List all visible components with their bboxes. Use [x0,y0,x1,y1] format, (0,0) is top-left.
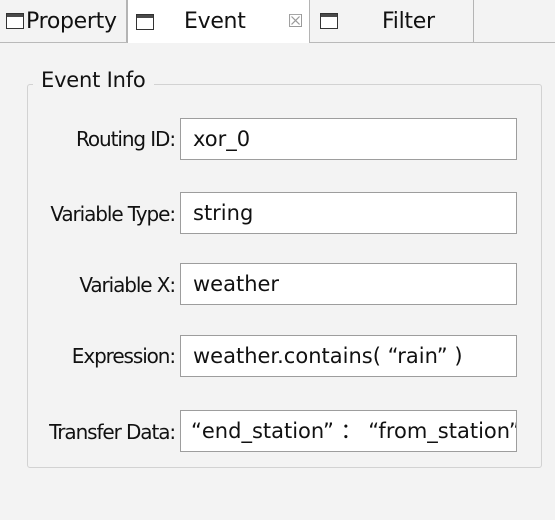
panel-icon [136,13,154,30]
tab-event[interactable]: Event ☒ [127,0,310,43]
panel-icon [320,13,338,29]
event-info-title: Event Info [33,67,154,93]
tab-property-label: Property [26,8,117,34]
tab-event-label: Event [184,9,246,34]
variable-type-field[interactable]: string [180,192,517,234]
tab-filter-label: Filter [382,8,435,34]
transfer-data-field[interactable]: “end_station” ： “from_station” [180,410,517,452]
tab-property[interactable]: Property [0,0,127,42]
routing-id-field[interactable]: xor_0 [180,118,517,160]
panel-icon [6,13,24,29]
transfer-data-label: Transfer Data: [49,420,176,444]
variable-x-field[interactable]: weather [180,263,517,305]
tab-filter[interactable]: Filter [310,0,474,42]
expression-label: Expression: [71,344,176,368]
variable-type-label: Variable Type: [50,202,176,226]
close-icon[interactable]: ☒ [288,12,304,31]
variable-x-label: Variable X: [79,273,176,297]
routing-id-label: Routing ID: [76,127,176,151]
tab-bar: Property Event ☒ Filter [0,0,555,44]
expression-field[interactable]: weather.contains( “rain” ) [180,335,517,377]
